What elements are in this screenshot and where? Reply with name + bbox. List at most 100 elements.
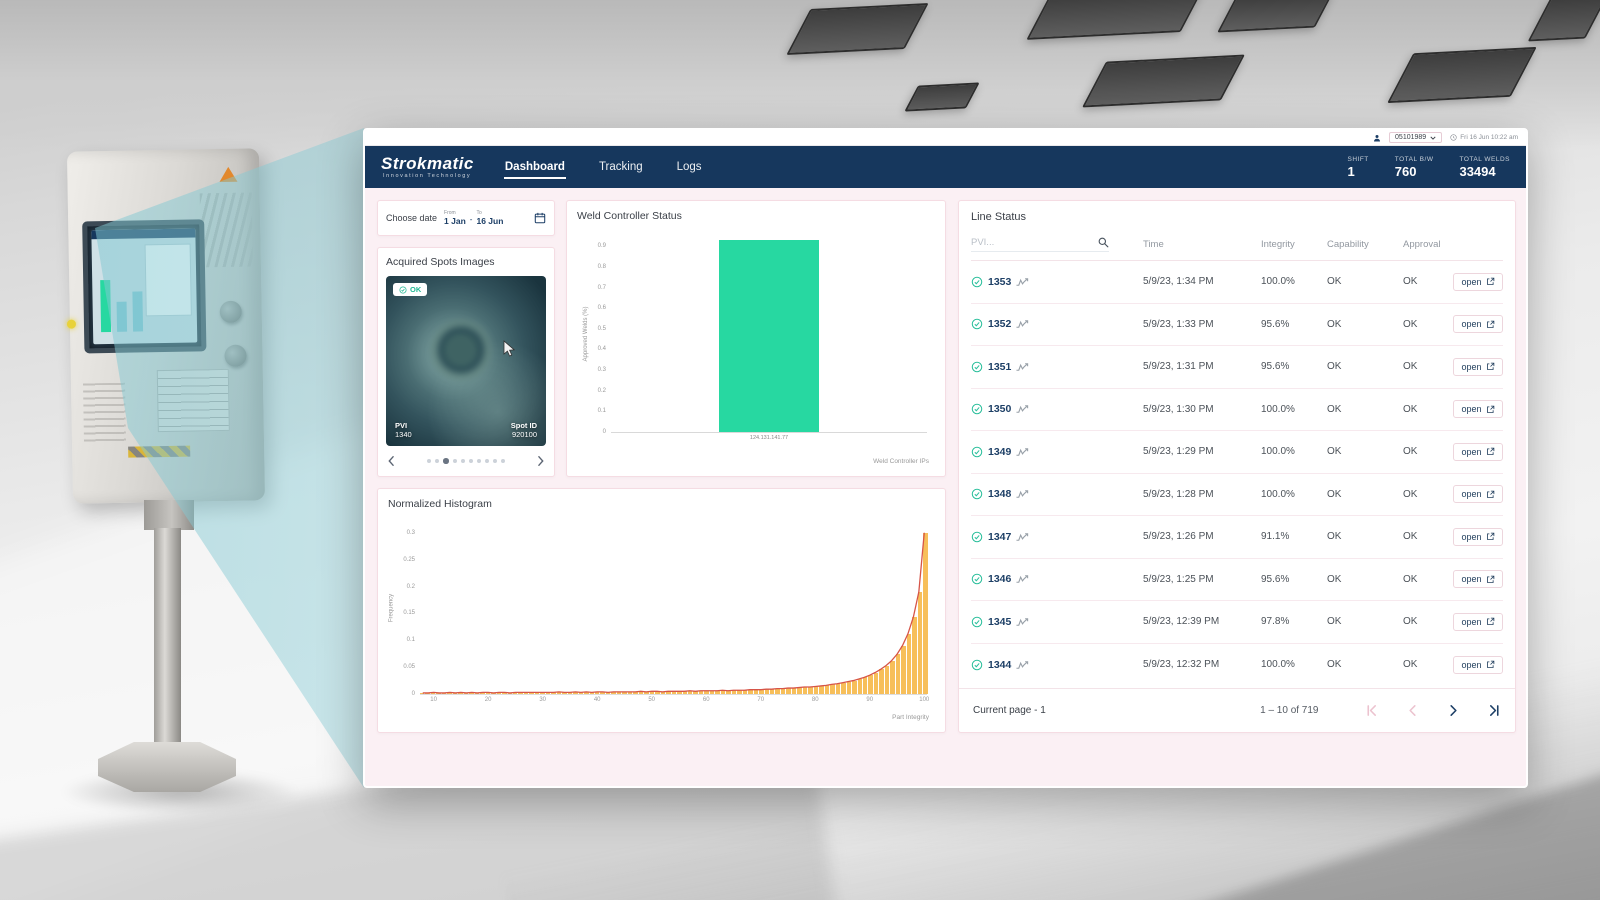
carousel-dot[interactable]	[469, 459, 473, 463]
open-button[interactable]: open	[1453, 400, 1502, 418]
table-row[interactable]: 13505/9/23, 1:30 PM100.0%OKOKopen	[971, 389, 1503, 432]
capability-cell: OK	[1327, 276, 1403, 287]
open-button[interactable]: open	[1453, 315, 1502, 333]
time-cell: 5/9/23, 12:39 PM	[1143, 616, 1261, 627]
external-link-icon	[1486, 447, 1495, 456]
approval-cell: OK	[1403, 404, 1441, 415]
search-input[interactable]	[971, 237, 1079, 248]
table-row[interactable]: 13535/9/23, 1:34 PM100.0%OKOKopen	[971, 261, 1503, 304]
check-circle-icon	[971, 616, 983, 628]
kiosk-label-plate	[157, 369, 230, 432]
app-window: 05101989 Fri 16 Jun 10:22 am Strokmatic …	[363, 128, 1528, 788]
y-axis-label: Approved Welds (%)	[583, 307, 589, 362]
x-tick-label: 124.131.141.77	[750, 435, 788, 441]
time-cell: 5/9/23, 1:31 PM	[1143, 361, 1261, 372]
carousel-dot[interactable]	[435, 459, 439, 463]
table-row[interactable]: 13475/9/23, 1:26 PM91.1%OKOKopen	[971, 516, 1503, 559]
carousel-prev-icon[interactable]	[386, 455, 396, 467]
open-button[interactable]: open	[1453, 613, 1502, 631]
kiosk-hazard-stripe	[128, 446, 190, 458]
check-circle-icon	[971, 488, 983, 500]
carousel-dot[interactable]	[453, 459, 457, 463]
table-row[interactable]: 13485/9/23, 1:28 PM100.0%OKOKopen	[971, 474, 1503, 517]
kiosk-knob	[220, 301, 242, 323]
carousel-dot[interactable]	[443, 458, 449, 464]
card-title: Line Status	[959, 201, 1515, 229]
search-box	[971, 237, 1109, 252]
activity-icon	[1016, 362, 1029, 372]
table-row[interactable]: 13495/9/23, 1:29 PM100.0%OKOKopen	[971, 431, 1503, 474]
activity-icon	[1016, 532, 1029, 542]
pvi-id[interactable]: 1349	[988, 446, 1011, 458]
pvi-id[interactable]: 1348	[988, 488, 1011, 500]
kiosk-side-vents	[83, 383, 126, 446]
integrity-cell: 100.0%	[1261, 276, 1327, 287]
pvi-id[interactable]: 1346	[988, 573, 1011, 585]
kiosk-pole	[154, 528, 181, 752]
pvi-id[interactable]: 1344	[988, 659, 1011, 671]
user-id: 05101989	[1395, 134, 1426, 141]
table-header: Time Integrity Capability Approval	[971, 229, 1503, 261]
first-page-icon[interactable]	[1365, 704, 1378, 717]
to-label: To	[476, 211, 503, 216]
kiosk-bracket	[144, 500, 194, 530]
user-menu[interactable]: 05101989	[1389, 132, 1442, 143]
integrity-cell: 91.1%	[1261, 531, 1327, 542]
integrity-cell: 100.0%	[1261, 404, 1327, 415]
spot-id-meta: Spot ID 920100	[511, 421, 537, 441]
carousel-next-icon[interactable]	[536, 455, 546, 467]
col-capability: Capability	[1327, 239, 1403, 250]
pvi-id[interactable]: 1353	[988, 276, 1011, 288]
open-button[interactable]: open	[1453, 528, 1502, 546]
tab-dashboard[interactable]: Dashboard	[504, 156, 566, 179]
check-circle-icon	[971, 403, 983, 415]
search-icon[interactable]	[1098, 237, 1109, 248]
dashboard-content: Choose date From 1 Jan - To 16 Jun	[365, 188, 1526, 786]
open-button[interactable]: open	[1453, 358, 1502, 376]
calendar-icon[interactable]	[534, 212, 546, 224]
main-nav: Dashboard Tracking Logs	[504, 156, 703, 179]
approval-cell: OK	[1403, 574, 1441, 585]
open-button[interactable]: open	[1453, 656, 1502, 674]
open-button[interactable]: open	[1453, 273, 1502, 291]
activity-icon	[1016, 319, 1029, 329]
pvi-id[interactable]: 1351	[988, 361, 1011, 373]
capability-cell: OK	[1327, 446, 1403, 457]
activity-icon	[1016, 277, 1029, 287]
last-page-icon[interactable]	[1488, 704, 1501, 717]
capability-cell: OK	[1327, 319, 1403, 330]
carousel-dot[interactable]	[501, 459, 505, 463]
range-text: 1 – 10 of 719	[1260, 705, 1318, 716]
carousel-dot[interactable]	[461, 459, 465, 463]
table-row[interactable]: 13515/9/23, 1:31 PM95.6%OKOKopen	[971, 346, 1503, 389]
open-button[interactable]: open	[1453, 443, 1502, 461]
clock-icon	[1450, 134, 1457, 141]
carousel-dot[interactable]	[493, 459, 497, 463]
table-row[interactable]: 13445/9/23, 12:32 PM100.0%OKOKopen	[971, 644, 1503, 687]
spot-image[interactable]: OK PVI 1340 Spot ID 920100	[386, 276, 546, 446]
pvi-id[interactable]: 1345	[988, 616, 1011, 628]
from-label: From	[444, 211, 466, 216]
activity-icon	[1016, 660, 1029, 670]
tab-tracking[interactable]: Tracking	[598, 156, 644, 179]
carousel-dot[interactable]	[427, 459, 431, 463]
next-page-icon[interactable]	[1447, 704, 1460, 717]
open-button[interactable]: open	[1453, 570, 1502, 588]
carousel-dot[interactable]	[477, 459, 481, 463]
table-row[interactable]: 13455/9/23, 12:39 PM97.8%OKOKopen	[971, 601, 1503, 644]
date-range[interactable]: From 1 Jan - To 16 Jun	[444, 211, 503, 226]
pvi-id[interactable]: 1352	[988, 318, 1011, 330]
table-row[interactable]: 13465/9/23, 1:25 PM95.6%OKOKopen	[971, 559, 1503, 602]
activity-icon	[1016, 404, 1029, 414]
pvi-id[interactable]: 1350	[988, 403, 1011, 415]
current-page-text: Current page - 1	[973, 705, 1046, 716]
tab-logs[interactable]: Logs	[676, 156, 703, 179]
check-circle-icon	[399, 286, 407, 294]
integrity-cell: 95.6%	[1261, 574, 1327, 585]
prev-page-icon[interactable]	[1406, 704, 1419, 717]
weld-controller-card: Weld Controller Status Approved Welds (%…	[566, 200, 946, 477]
pvi-id[interactable]: 1347	[988, 531, 1011, 543]
open-button[interactable]: open	[1453, 485, 1502, 503]
carousel-dot[interactable]	[485, 459, 489, 463]
table-row[interactable]: 13525/9/23, 1:33 PM95.6%OKOKopen	[971, 304, 1503, 347]
